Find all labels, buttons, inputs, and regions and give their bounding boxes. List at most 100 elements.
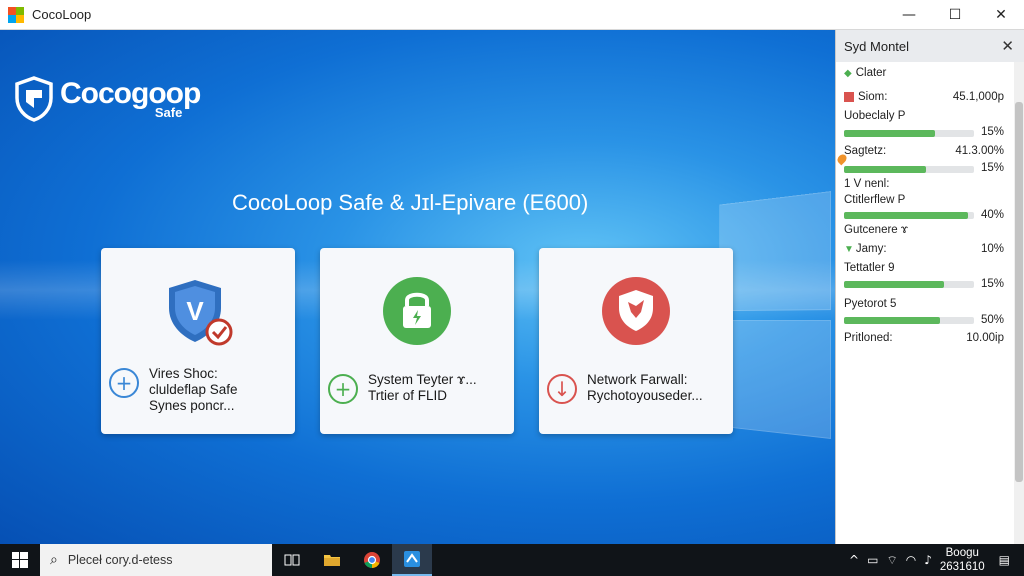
taskbar-clock[interactable]: Boogu 2631610: [940, 546, 985, 574]
progress-bar: [844, 166, 974, 173]
panel-title: Syd Montel: [844, 38, 910, 54]
firewall-shield-icon: [602, 277, 670, 345]
volume-icon[interactable]: ♪: [924, 553, 932, 567]
chrome-button[interactable]: [352, 544, 392, 576]
clock-time: Boogu: [945, 547, 979, 559]
window-controls: — ☐ ✕: [886, 0, 1024, 30]
row-label: Pyetorot 5: [844, 298, 897, 310]
progress-fill: [844, 317, 941, 324]
progress-bar: [844, 281, 974, 288]
row-percent: 15%: [980, 278, 1004, 290]
search-icon: ⌕: [50, 552, 58, 568]
taskbar-search-input[interactable]: ⌕ Pleceł cory.d-etess: [40, 544, 272, 576]
wifi-icon[interactable]: ◠: [906, 553, 916, 567]
clock-date: 2631610: [939, 561, 985, 573]
row-value: 45.1,000p: [952, 91, 1004, 103]
row-label: Pritloned:: [844, 332, 893, 344]
row-value: 41.3.00%: [955, 145, 1004, 157]
windows-start-icon: [12, 552, 28, 568]
card-action-row[interactable]: ↓ Network Farwall: Rychotoyouseder...: [547, 372, 703, 404]
progress-bar: [844, 130, 974, 137]
row-label: Jamy:: [855, 243, 887, 255]
card-line: Rychotoyouseder...: [587, 388, 703, 403]
plus-circle-icon[interactable]: +: [328, 374, 358, 404]
network-firewall-card[interactable]: ↓ Network Farwall: Rychotoyouseder...: [539, 248, 733, 434]
padlock-icon: [383, 277, 451, 345]
download-circle-icon[interactable]: ↓: [547, 374, 577, 404]
search-placeholder: Pleceł cory.d-etess: [67, 553, 173, 567]
card-line: Network Farwall:: [587, 372, 688, 387]
maximize-button[interactable]: ☐: [932, 0, 978, 30]
card-action-row[interactable]: + Vires Shoc: cluldeflap Safe Synes ponc…: [109, 366, 238, 414]
panel-header: Syd Montel ✕: [836, 30, 1024, 62]
panel-row: Ctitlerflew P: [844, 194, 1004, 206]
row-percent: 50%: [980, 314, 1004, 326]
panel-row: Siom: 45.1,000p: [844, 91, 1004, 103]
panel-row: 1 V nenl:: [844, 178, 1004, 190]
row-percent: 15%: [980, 162, 1004, 174]
battery-icon[interactable]: ▭: [867, 553, 878, 567]
panel-row: Pyetorot 5: [844, 298, 1004, 310]
panel-row: Gutcenere ɤ: [844, 224, 1004, 236]
window-title: CocoLoop: [32, 7, 92, 22]
title-bar: CocoLoop — ☐ ✕: [0, 0, 1024, 30]
app-icon: [8, 6, 24, 23]
minimize-button[interactable]: —: [886, 0, 932, 30]
panel-status: ◆ Clater: [844, 67, 1004, 79]
row-label: Sagtetz:: [844, 145, 887, 157]
brand-shield-icon: [15, 76, 53, 122]
panel-close-button[interactable]: ✕: [1001, 37, 1014, 55]
row-label: Gutcenere ɤ: [844, 224, 908, 236]
progress-fill: [844, 166, 926, 173]
check-icon: ▼: [844, 244, 854, 255]
red-square-icon: [844, 91, 854, 102]
row-label: Siom:: [858, 91, 888, 103]
row-label: Tettatler 9: [844, 262, 895, 274]
panel-row: Sagtetz: 41.3.00%: [844, 145, 1004, 157]
progress-fill: [844, 281, 945, 288]
progress-fill: [844, 212, 968, 219]
row-label: Ctitlerflew P: [844, 194, 906, 206]
notifications-icon[interactable]: ▤: [999, 553, 1010, 567]
card-line: Trtier of FLID: [368, 388, 448, 403]
system-protection-card[interactable]: + System Teyter ɤ... Trtier of FLID: [320, 248, 514, 434]
diamond-icon: ◆: [844, 67, 852, 79]
shield-v-check-icon: V: [169, 280, 233, 346]
task-view-icon: [284, 554, 300, 566]
task-view-button[interactable]: [272, 544, 312, 576]
row-percent: 10%: [980, 243, 1004, 255]
virus-shield-card[interactable]: V + Vires Shoc: cluldeflap Safe Synes po…: [101, 248, 295, 434]
cocoloop-app-icon: [404, 551, 420, 567]
system-monitor-panel: Syd Montel ✕ ◆ Clater Siom: 45.1,000p Uob…: [835, 30, 1024, 544]
scrollbar-thumb[interactable]: [1015, 102, 1023, 482]
close-button[interactable]: ✕: [978, 0, 1024, 30]
windows-logo-background: [719, 171, 835, 469]
panel-row: Pritloned: 10.00ip: [844, 332, 1004, 344]
progress-bar: [844, 317, 974, 324]
brand-logo: Cocogoop Safe: [14, 76, 201, 122]
row-label: Uobeclaly P: [844, 110, 906, 122]
card-line: Vires Shoc:: [149, 366, 218, 381]
progress-fill: [844, 130, 935, 137]
file-explorer-button[interactable]: [312, 544, 352, 576]
card-line: Synes poncr...: [149, 398, 235, 413]
page-headline: CocoLoop Safe & Jɪl-Epivare (E600): [232, 190, 589, 215]
svg-text:V: V: [186, 296, 204, 326]
chrome-icon: [364, 552, 380, 569]
card-action-row[interactable]: + System Teyter ɤ... Trtier of FLID: [328, 372, 477, 404]
progress-bar: [844, 212, 974, 219]
folder-icon: [324, 555, 340, 566]
system-tray: ^ ▭ ⌔ ◠ ♪ Boogu 2631610 ▤: [849, 544, 1024, 576]
panel-row: Uobeclaly P: [844, 110, 1004, 122]
row-value: 10.00ip: [966, 332, 1004, 344]
plus-circle-icon[interactable]: +: [109, 368, 139, 398]
network-icon[interactable]: ⌔: [886, 553, 897, 568]
panel-scrollbar[interactable]: [1014, 62, 1024, 544]
chevron-up-icon[interactable]: ^: [849, 553, 859, 567]
cocoloop-taskbar-button[interactable]: [392, 544, 432, 576]
taskbar: ⌕ Pleceł cory.d-etess ^ ▭ ⌔ ◠ ♪ Boogu 26…: [0, 544, 1024, 576]
card-line: cluldeflap Safe: [149, 382, 238, 397]
row-label: 1 V nenl:: [844, 178, 890, 190]
main-area: Cocogoop Safe CocoLoop Safe & Jɪl-Epivar…: [0, 30, 835, 544]
start-button[interactable]: [0, 544, 40, 576]
